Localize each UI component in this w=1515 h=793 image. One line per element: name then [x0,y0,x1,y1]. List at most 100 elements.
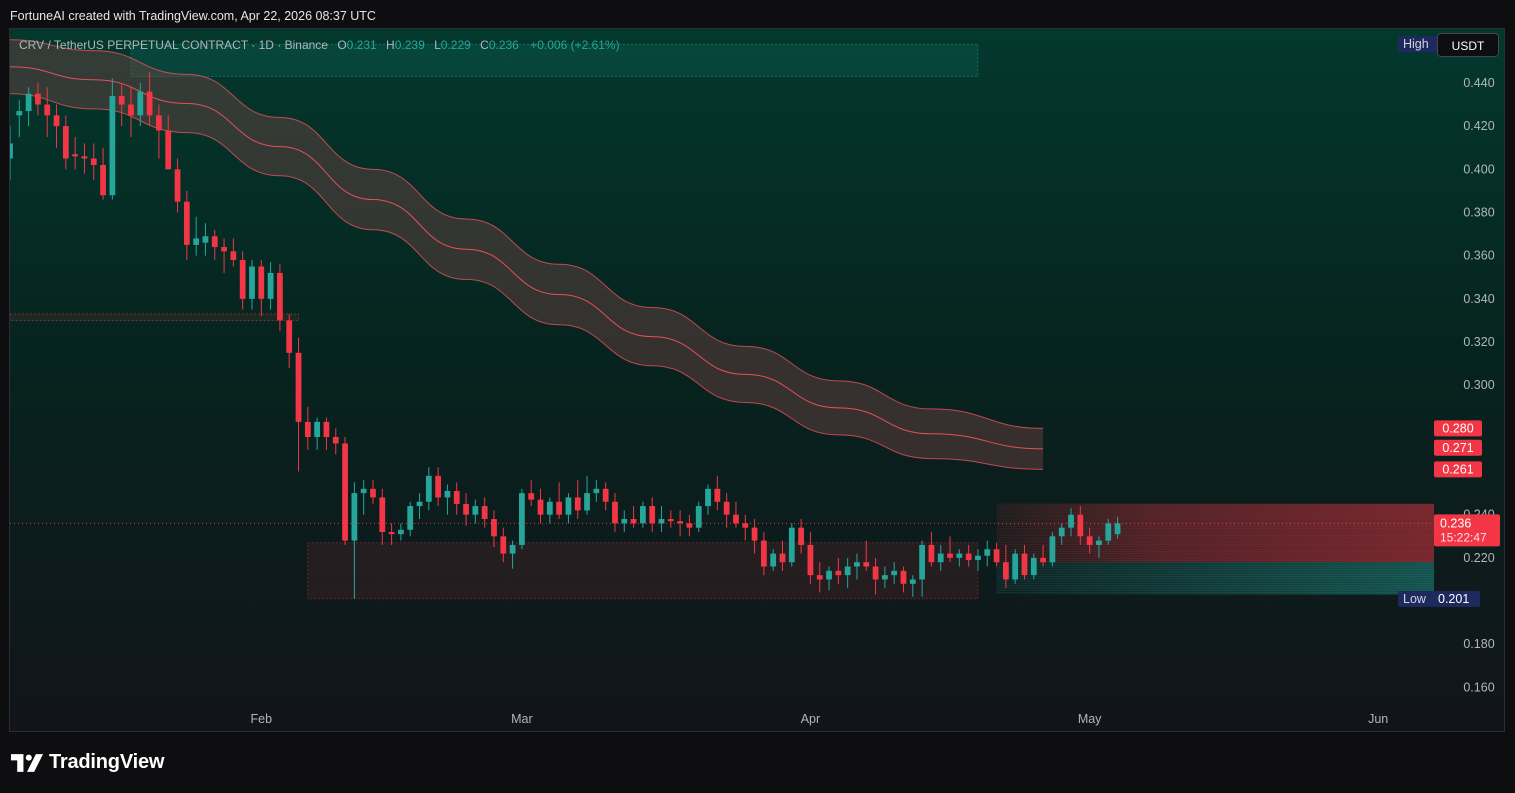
candle-body [286,320,293,353]
high-label: H [386,38,395,52]
candle-body [751,527,758,541]
close-value: 0.236 [488,38,519,52]
low-label: L [434,38,441,52]
candle-body [928,544,935,563]
candle-body [1058,527,1065,537]
y-tick-label: 0.360 [1463,249,1494,263]
candle-body [90,158,97,165]
y-tick-label: 0.220 [1463,551,1494,565]
candle-body [453,490,460,504]
candle-body [407,506,414,530]
candle-body [128,104,134,116]
candle-body [658,519,665,524]
high-value: 0.239 [394,38,425,52]
currency-button[interactable]: USDT [1437,33,1499,57]
candle-body [509,544,516,554]
price-tag: 0.261 [1442,462,1473,476]
candle-body [53,115,60,127]
candle-body [686,523,693,528]
candle-body [1012,553,1019,580]
candle-body [230,251,237,260]
candle-body [695,506,702,528]
x-tick-label: Mar [511,712,533,726]
candle-body [1105,523,1112,541]
candle-body [844,566,851,576]
candle-body [267,272,274,299]
candle-body [537,499,544,515]
candle-body [463,503,469,515]
candle-body [323,421,330,437]
candle-body [602,488,609,502]
candle-body [723,501,730,515]
candle-body [891,570,898,576]
brand-name: TradingView [49,751,165,773]
low-marker-label: Low [1403,592,1427,606]
low-value: 0.229 [440,38,471,52]
candle-body [295,352,302,422]
candle-body [574,497,581,511]
y-tick-label: 0.340 [1463,292,1494,306]
candle-body [1086,536,1093,545]
candle-body [584,493,590,511]
candle-body [984,549,991,556]
candle-body [202,236,209,243]
chart-panel[interactable]: 0.440 0.420 0.400 0.380 0.360 0.340 0.320 0.300… [9,28,1505,732]
candle-body [1077,514,1084,537]
candle-body [975,555,981,561]
candle-body [35,93,41,105]
change-value: +0.006 (+2.61%) [530,38,620,52]
candle-body [435,475,442,498]
candle-body [16,111,23,116]
candle-body [174,169,181,202]
candle-body [360,488,367,494]
candle-body [667,519,674,522]
candle-body [109,95,116,196]
y-tick-label: 0.380 [1463,205,1494,219]
x-tick-label: Jun [1368,712,1388,726]
level-zone [10,313,299,321]
y-tick-label: 0.160 [1463,680,1494,694]
candle-body [519,493,525,545]
candle-body [649,506,656,524]
symbol-legend: CRV / TetherUS PERPETUAL CONTRACT · 1D ·… [19,38,620,52]
high-marker-label: High [1403,37,1429,51]
candle-body [900,570,907,584]
candle-body [835,570,842,576]
y-tick-label: 0.420 [1463,119,1494,133]
candle-body [612,501,618,524]
candle-body [332,437,339,444]
x-tick-label: Apr [801,712,820,726]
liquidity-heat-teal [996,562,1434,595]
price-tag: 0.280 [1442,421,1473,435]
candle-body [221,247,227,252]
candle-body [640,506,646,524]
y-tick-label: 0.180 [1463,637,1494,651]
candle-body [760,540,767,567]
candle-body [630,519,637,524]
candle-body [1049,536,1056,563]
candle-body [314,421,321,437]
candle-body [444,490,451,498]
candle-body [528,493,535,500]
candle-body [788,527,795,563]
candle-body [546,501,553,515]
y-tick-label: 0.300 [1463,378,1494,392]
candle-body [909,579,916,584]
candle-body [491,519,497,537]
candle-body [193,238,200,245]
price-chart[interactable]: 0.440 0.420 0.400 0.380 0.360 0.340 0.320 0.300… [10,29,1504,731]
candle-body [881,575,888,580]
candle-body [714,488,721,502]
y-tick-label: 0.400 [1463,162,1494,176]
candle-body [947,553,953,558]
candle-body [118,95,125,105]
candle-body [156,115,162,131]
candle-body [351,493,358,541]
candle-body [565,497,572,515]
candle-body [379,497,386,532]
candle-body [993,549,1000,563]
open-value: 0.231 [346,38,377,52]
candle-body [919,544,925,580]
candle-body [416,501,423,507]
candle-body [1040,557,1046,563]
